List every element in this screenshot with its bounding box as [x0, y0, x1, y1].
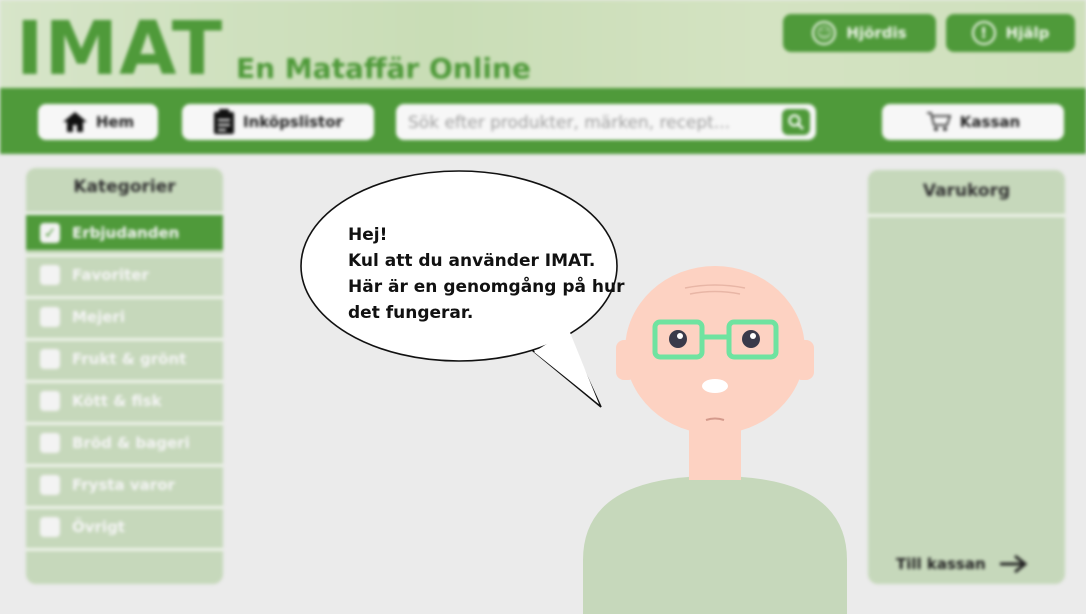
onboarding-overlay: Hej! Kul att du använder IMAT. Här är en…: [0, 0, 1086, 614]
guide-character: [583, 266, 847, 614]
character-nose: [702, 379, 728, 393]
right-eye: [742, 330, 760, 348]
left-eye: [669, 330, 687, 348]
character-neck: [689, 428, 741, 480]
character-body: [583, 476, 847, 614]
